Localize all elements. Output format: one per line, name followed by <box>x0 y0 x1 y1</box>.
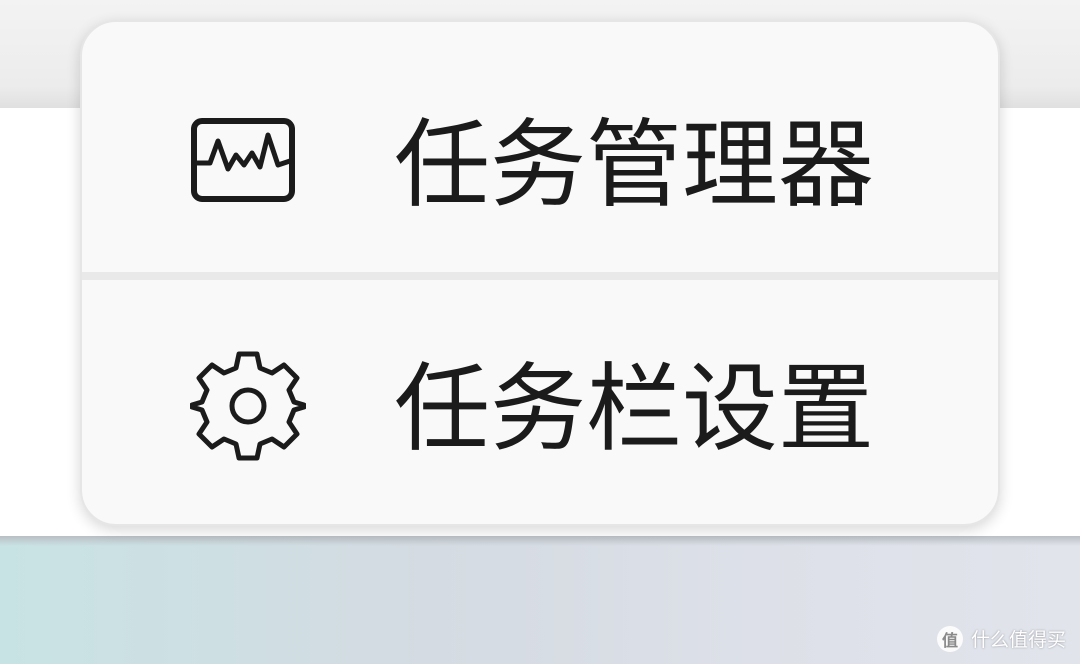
menu-item-taskbar-settings[interactable]: 任务栏设置 <box>82 284 998 524</box>
task-manager-icon <box>190 107 306 223</box>
menu-item-label: 任务管理器 <box>394 109 874 221</box>
menu-separator <box>82 272 998 280</box>
watermark-logo-icon: 值 <box>936 625 963 652</box>
watermark: 值 什么值得买 <box>936 625 1066 652</box>
menu-item-task-manager[interactable]: 任务管理器 <box>82 22 998 272</box>
desktop-background <box>0 536 1080 664</box>
gear-icon <box>189 348 307 464</box>
watermark-text: 什么值得买 <box>970 629 1066 651</box>
taskbar-context-menu: 任务管理器 任务栏设置 <box>80 20 1000 526</box>
menu-item-label: 任务栏设置 <box>394 353 874 465</box>
